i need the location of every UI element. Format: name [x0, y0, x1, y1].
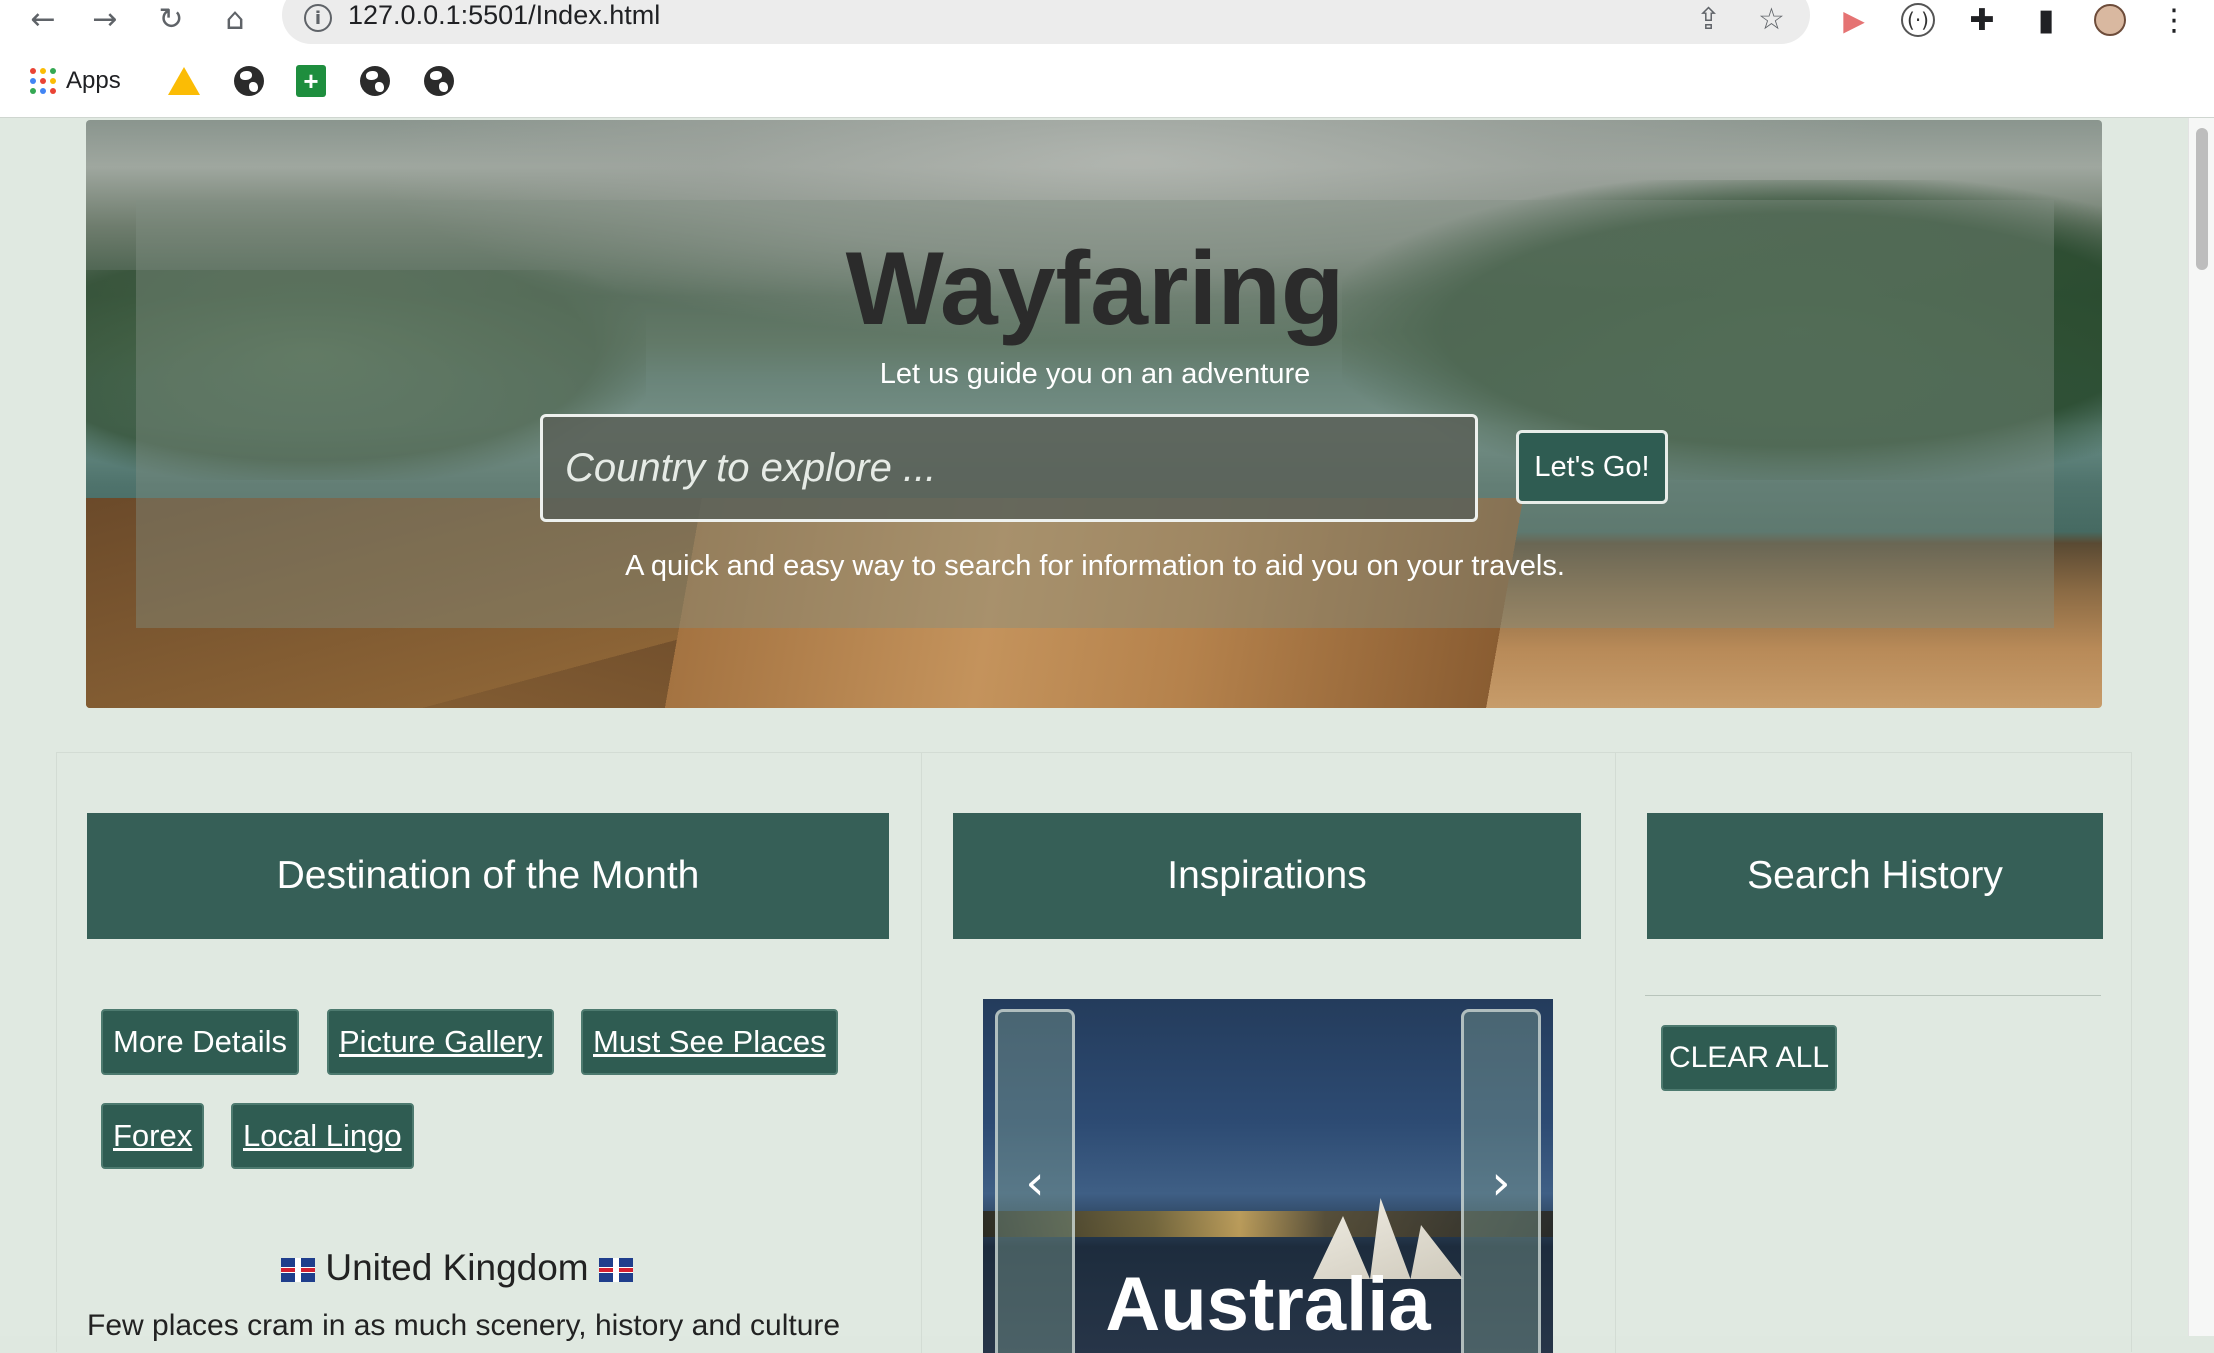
- inspirations-heading: Inspirations: [953, 813, 1581, 939]
- chevron-left-icon: ‹: [1025, 1154, 1045, 1211]
- hero-banner: Wayfaring Let us guide you on an adventu…: [86, 120, 2102, 708]
- country-name: United Kingdom: [325, 1247, 589, 1288]
- menu-icon[interactable]: ⋮: [2154, 2, 2194, 38]
- chevron-right-icon: ›: [1491, 1154, 1511, 1211]
- destination-description: Few places cram in as much scenery, hist…: [87, 1309, 841, 1342]
- bookmarks-bar: Apps +: [0, 60, 2214, 104]
- globe-icon: [424, 66, 454, 96]
- forex-button[interactable]: Forex: [101, 1103, 205, 1169]
- column-divider: [921, 753, 922, 1353]
- share-icon[interactable]: ⇪: [1696, 2, 1721, 37]
- extensions-puzzle-icon[interactable]: ✚: [1962, 2, 2002, 38]
- browser-chrome: ← → ↻ ⌂ i 127.0.0.1:5501/Index.html ⇪ ☆ …: [0, 0, 2214, 118]
- site-subtitle: Let us guide you on an adventure: [879, 358, 1311, 390]
- bookmark-star-icon[interactable]: ☆: [1758, 2, 1785, 37]
- bookmark-apps[interactable]: Apps: [30, 64, 121, 98]
- site-info-icon[interactable]: i: [304, 4, 332, 32]
- bookmark-globe-1[interactable]: [234, 64, 264, 98]
- inspirations-carousel: ‹ › Australia: [983, 999, 1553, 1353]
- page-scrollbar[interactable]: [2188, 118, 2214, 1336]
- history-divider: [1645, 995, 2101, 996]
- local-lingo-button[interactable]: Local Lingo: [231, 1103, 414, 1169]
- page-content: Wayfaring Let us guide you on an adventu…: [0, 118, 2214, 1353]
- destination-country: United Kingdom: [57, 1247, 857, 1289]
- address-bar[interactable]: i 127.0.0.1:5501/Index.html ⇪ ☆: [282, 0, 1810, 44]
- picture-gallery-button[interactable]: Picture Gallery: [327, 1009, 555, 1075]
- bookmark-globe-2[interactable]: [360, 64, 390, 98]
- carousel-caption: Australia: [1105, 1262, 1431, 1347]
- home-icon[interactable]: ⌂: [218, 2, 252, 37]
- drive-icon: [168, 67, 200, 95]
- must-see-places-button[interactable]: Must See Places: [581, 1009, 838, 1075]
- uk-flag-icon: [281, 1258, 316, 1283]
- profile-avatar[interactable]: [2090, 2, 2130, 38]
- site-description: A quick and easy way to search for infor…: [625, 550, 1565, 582]
- browser-toolbar: ← → ↻ ⌂ i 127.0.0.1:5501/Index.html ⇪ ☆ …: [0, 0, 2214, 44]
- content-columns: Destination of the Month More Details Pi…: [56, 752, 2132, 1353]
- sheets-icon: +: [296, 65, 326, 97]
- hero-panel: Wayfaring Let us guide you on an adventu…: [136, 200, 2054, 628]
- forward-icon[interactable]: →: [88, 2, 122, 37]
- bookmark-globe-3[interactable]: [424, 64, 454, 98]
- destination-heading: Destination of the Month: [87, 813, 889, 939]
- search-history-heading: Search History: [1647, 813, 2103, 939]
- apps-grid-icon: [30, 68, 56, 94]
- scrollbar-thumb[interactable]: [2196, 128, 2208, 270]
- reload-icon[interactable]: ↻: [154, 2, 188, 37]
- uk-flag-icon: [598, 1258, 633, 1283]
- side-panel-icon[interactable]: ▮: [2026, 2, 2066, 38]
- clear-all-button[interactable]: CLEAR ALL: [1661, 1025, 1837, 1091]
- bookmark-apps-label: Apps: [66, 67, 121, 94]
- bookmark-drive[interactable]: [168, 64, 200, 98]
- extension-icon[interactable]: ▶: [1834, 2, 1874, 38]
- bookmark-sheets[interactable]: +: [296, 64, 326, 98]
- extension-circle-icon[interactable]: (·): [1898, 2, 1938, 38]
- back-icon[interactable]: ←: [26, 2, 60, 37]
- site-title: Wayfaring: [845, 231, 1345, 347]
- country-search-input[interactable]: [540, 414, 1478, 522]
- lets-go-button[interactable]: Let's Go!: [1516, 430, 1668, 504]
- url-text[interactable]: 127.0.0.1:5501/Index.html: [348, 0, 660, 31]
- more-details-button[interactable]: More Details: [101, 1009, 299, 1075]
- globe-icon: [360, 66, 390, 96]
- column-divider: [1615, 753, 1616, 1353]
- globe-icon: [234, 66, 264, 96]
